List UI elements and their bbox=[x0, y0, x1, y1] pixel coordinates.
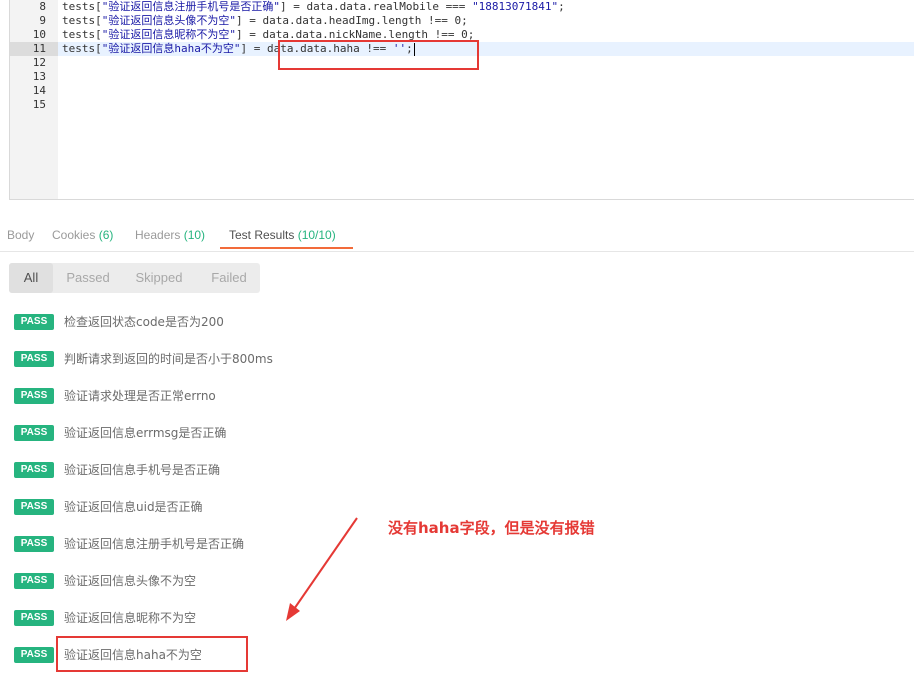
annotation-arrow bbox=[286, 517, 358, 621]
